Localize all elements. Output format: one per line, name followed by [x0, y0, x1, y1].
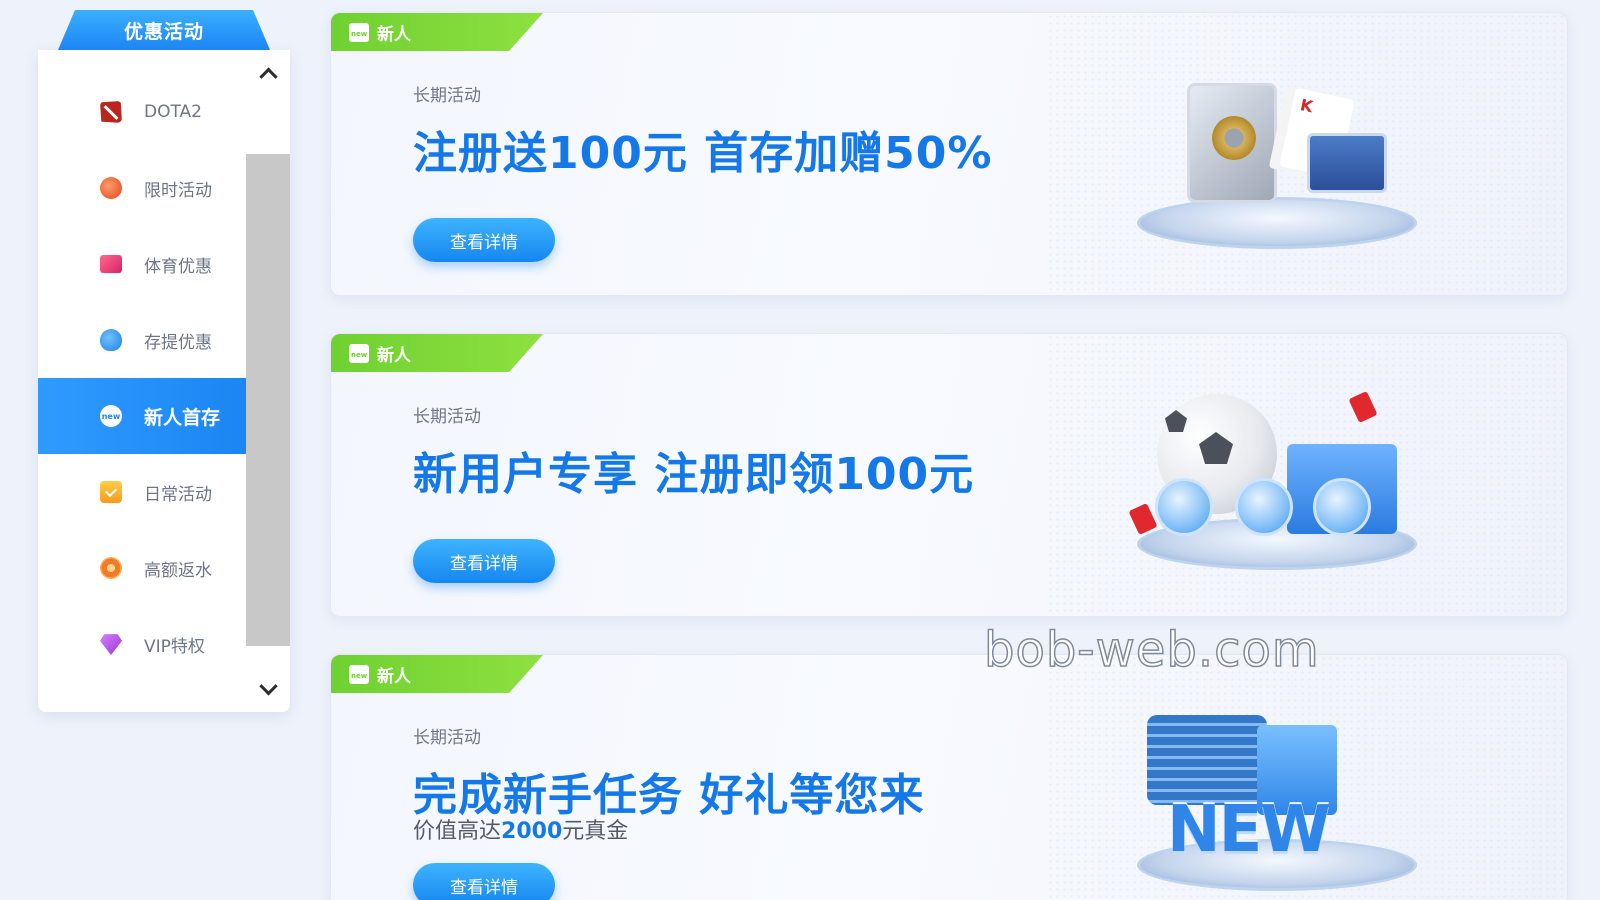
promo-card: 新人 长期活动 完成新手任务 好礼等您来 价值高达2000元真金 查看详情 NE…: [330, 654, 1568, 900]
red-packet-icon: [1128, 502, 1158, 536]
platform-shape: [1137, 197, 1417, 249]
sidebar-item-label: VIP特权: [144, 636, 205, 657]
sidebar-item-newbie-deposit[interactable]: new 新人首存: [38, 378, 246, 454]
promo-card: 新人 长期活动 新用户专享 注册即领100元 查看详情: [330, 333, 1568, 617]
safe-icon: [1187, 83, 1277, 203]
promo-headline: 注册送100元 首存加赠50%: [413, 128, 993, 179]
chevron-down-icon: [258, 676, 278, 695]
new-tag-icon: [349, 344, 369, 363]
sidebar-item-label: 体育优惠: [144, 256, 212, 277]
vip-diamond-icon: [100, 634, 122, 655]
note-amount: 2000: [501, 819, 563, 844]
sidebar-item-label: DOTA2: [144, 102, 202, 122]
sidebar-item-label: 限时活动: [144, 180, 212, 201]
new-chips-illustration: NEW: [1127, 715, 1427, 895]
new-tag-icon: [349, 665, 369, 684]
slot-machine-icon: [1307, 133, 1387, 193]
casino-safe-illustration: [1127, 73, 1427, 253]
new-tag-icon: [349, 23, 369, 42]
red-packet-icon: [1348, 390, 1378, 424]
card-verify-icon: [1313, 478, 1371, 536]
chip-icon: [100, 557, 122, 579]
promo-card: 新人 长期活动 注册送100元 首存加赠50% 查看详情: [330, 12, 1568, 296]
view-details-button[interactable]: 查看详情: [413, 539, 555, 583]
calendar-check-icon: [100, 481, 122, 503]
sidebar-title: 优惠活动: [58, 10, 270, 50]
phone-verify-icon: [1235, 478, 1293, 536]
sidebar-item-deposit-withdraw[interactable]: 存提优惠: [38, 302, 246, 378]
watermark: bob-web.com: [983, 621, 1320, 679]
money-bag-icon: [100, 329, 122, 351]
new-badge: 新人: [331, 655, 543, 693]
new-badge: 新人: [331, 13, 543, 51]
view-details-button[interactable]: 查看详情: [413, 863, 555, 900]
scrollbar-thumb[interactable]: [246, 154, 290, 646]
chevron-up-icon: [258, 67, 278, 86]
soccer-gift-illustration: [1127, 390, 1427, 574]
sidebar-item-label: 日常活动: [144, 484, 212, 505]
sidebar-item-dota2[interactable]: DOTA2: [38, 74, 246, 150]
sidebar: DOTA2 限时活动 体育优惠 存提优惠 new 新人首存 日常活动 高额返水: [38, 50, 290, 712]
badge-label: 新人: [377, 345, 411, 366]
sidebar-item-label: 存提优惠: [144, 332, 212, 353]
promo-subtitle: 长期活动: [413, 407, 481, 427]
dota2-icon: [100, 101, 122, 123]
ticket-icon: [100, 255, 122, 273]
sidebar-item-limited-time[interactable]: 限时活动: [38, 150, 246, 226]
user-verify-icon: [1155, 478, 1213, 536]
new-badge: 新人: [331, 334, 543, 372]
scroll-down-button[interactable]: [246, 668, 290, 712]
chip-stack-icon: [1147, 715, 1267, 805]
clock-icon: [100, 177, 122, 199]
scrollbar[interactable]: [246, 50, 290, 712]
new-icon: new: [100, 405, 122, 427]
note-prefix: 价值高达: [413, 819, 502, 844]
promo-subtitle: 长期活动: [413, 728, 481, 748]
new-3d-text: NEW: [1167, 793, 1331, 867]
sidebar-menu: DOTA2 限时活动 体育优惠 存提优惠 new 新人首存 日常活动 高额返水: [38, 74, 246, 682]
sidebar-item-vip[interactable]: VIP特权: [38, 606, 246, 682]
sidebar-item-label: 新人首存: [144, 406, 221, 429]
promo-note: 价值高达2000元真金: [413, 813, 628, 845]
sidebar-item-label: 高额返水: [144, 560, 212, 581]
sidebar-item-daily[interactable]: 日常活动: [38, 454, 246, 530]
badge-label: 新人: [377, 24, 411, 45]
promo-subtitle: 长期活动: [413, 86, 481, 106]
promo-headline: 新用户专享 注册即领100元: [413, 449, 975, 500]
view-details-button[interactable]: 查看详情: [413, 218, 555, 262]
badge-label: 新人: [377, 666, 411, 687]
note-suffix: 元真金: [562, 819, 629, 844]
scroll-up-button[interactable]: [246, 50, 290, 94]
sidebar-item-sports[interactable]: 体育优惠: [38, 226, 246, 302]
sidebar-item-rebate[interactable]: 高额返水: [38, 530, 246, 606]
